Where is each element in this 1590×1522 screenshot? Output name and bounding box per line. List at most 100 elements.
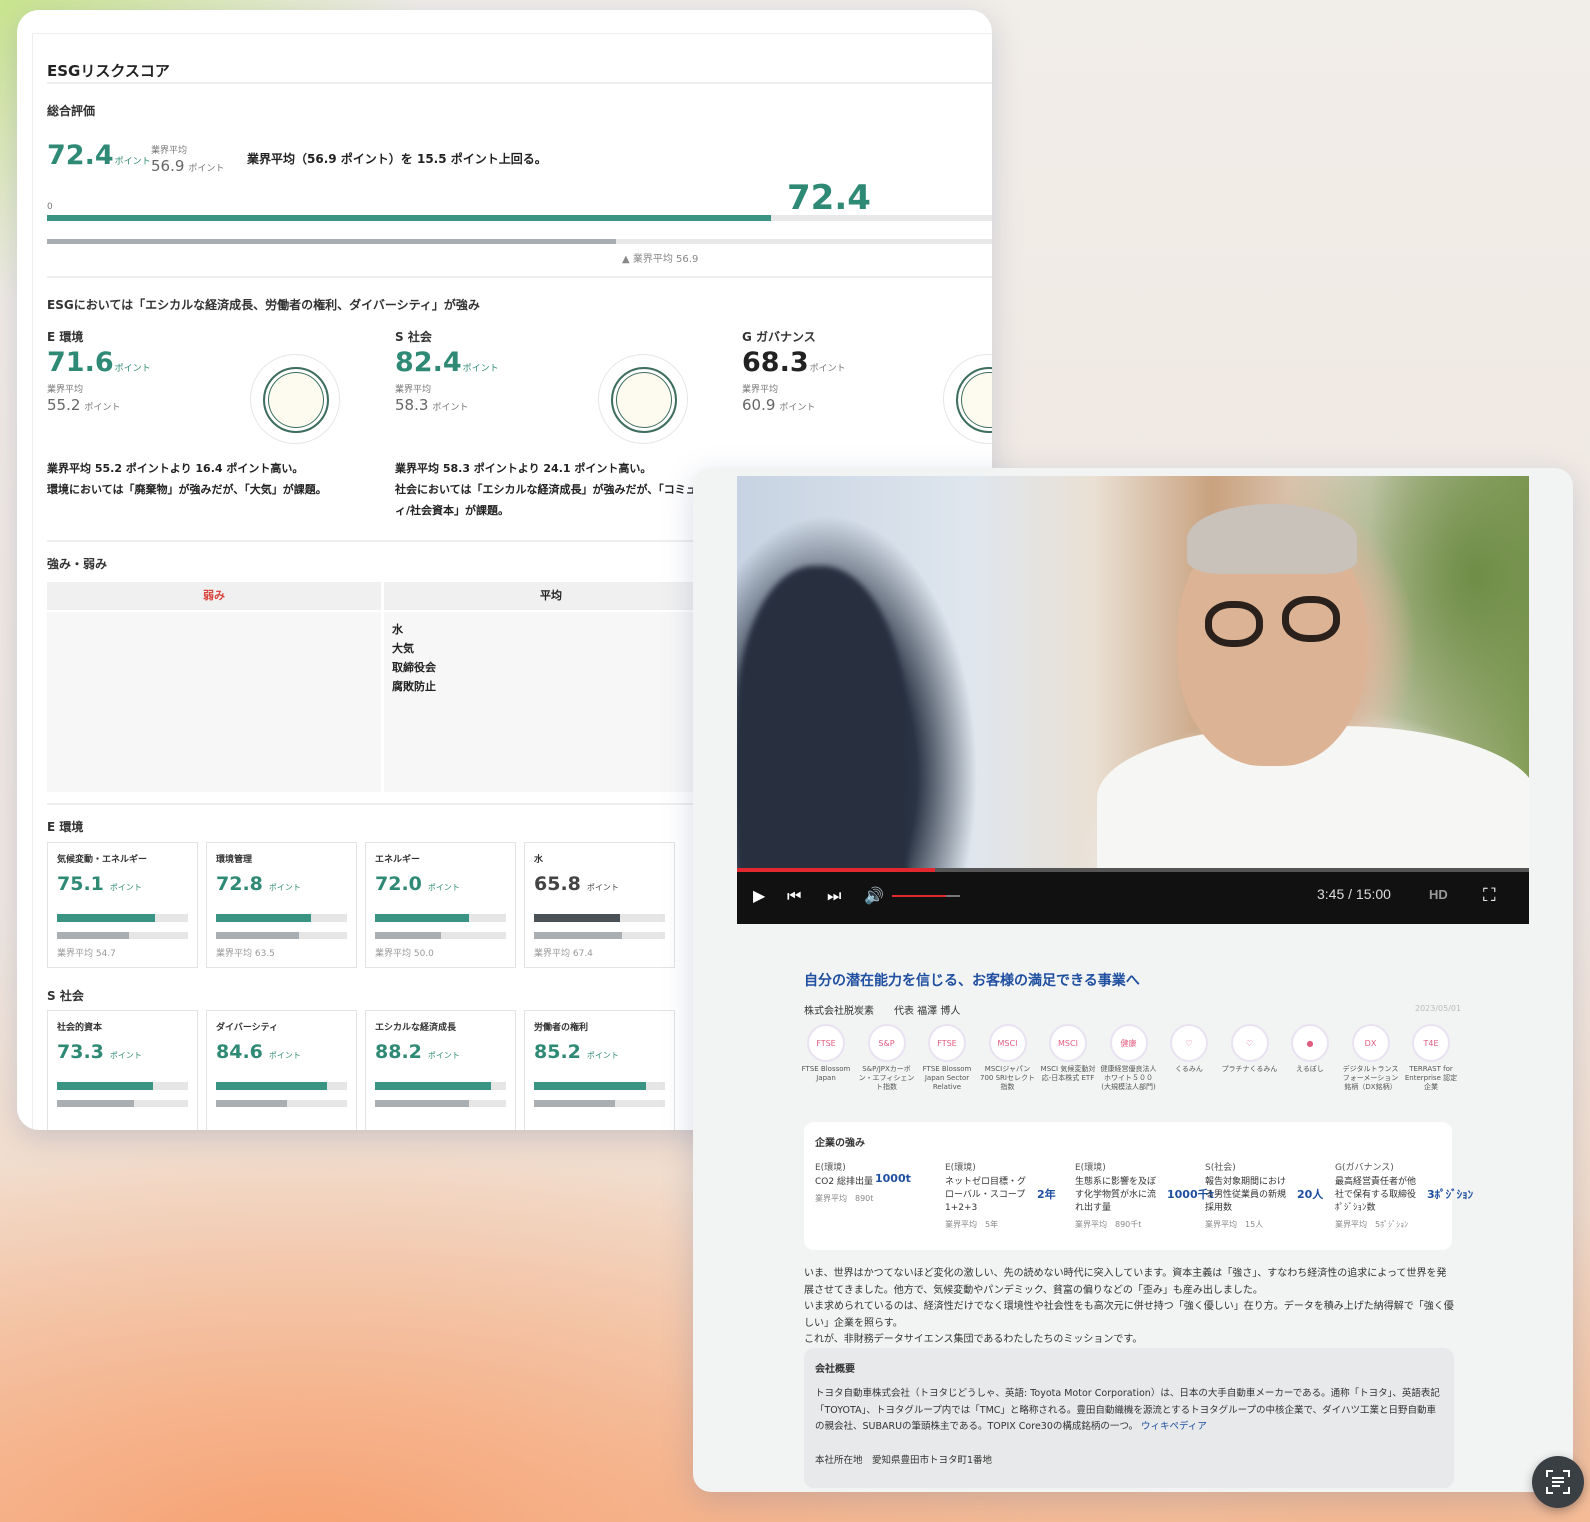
certification-badge: T4E TERRAST for Enterprise 認定企業 <box>1403 1024 1459 1092</box>
mission-paragraph: いま、世界はかつてないほど変化の激しい、先の読めない時代に突入しています。資本主… <box>804 1268 1447 1296</box>
metric-bar <box>216 1082 327 1090</box>
wikipedia-link[interactable]: ウィキペディア <box>1141 1421 1207 1432</box>
sw-avg-cell: 水 大気 取締役会 腐敗防止 <box>384 612 718 792</box>
s-section-label: S 社会 <box>47 989 84 1003</box>
volume-level[interactable] <box>892 895 947 897</box>
metric-name: 労働者の権利 <box>534 1023 589 1033</box>
strength-name: ネットゼロ目標・グローバル・スコープ1+2+3 <box>945 1177 1027 1213</box>
badge-logo: 健康 <box>1109 1024 1148 1062</box>
badge-label: FTSE Blossom Japan <box>801 1065 851 1082</box>
article-date: 2023/05/01 <box>1415 1004 1462 1013</box>
badge-logo: MSCI <box>1049 1024 1087 1062</box>
video-figure-hair <box>1187 504 1357 574</box>
metric-card: ダイバーシティ 84.6 ポイント <box>206 1010 357 1130</box>
badge-logo: ● <box>1291 1024 1329 1062</box>
metric-avg-track <box>57 1100 188 1107</box>
pillar-g-avg-label: 業界平均 <box>742 385 779 395</box>
play-icon[interactable]: ▶ <box>753 884 765 908</box>
pillar-g-avg-value: 60.9 <box>742 396 776 414</box>
video-figure-foreground <box>737 566 907 896</box>
video-player[interactable]: ▶ ⏮ ⏭ 🔊 3:45 / 15:00 HD ⛶ <box>737 476 1529 924</box>
pillar-e-line1: 業界平均 55.2 ポイントより 16.4 ポイント高い。 <box>47 462 304 475</box>
metric-avg-track <box>375 1100 506 1107</box>
metric-avg-track <box>375 932 506 939</box>
fullscreen-icon[interactable]: ⛶ <box>1483 884 1496 908</box>
esg-headline: ESGにおいては「エシカルな経済成長、労働者の権利、ダイバーシティ」が強み <box>47 298 480 312</box>
sw-avg-item: 腐敗防止 <box>392 680 436 693</box>
metric-value-number: 75.1 <box>57 873 104 895</box>
next-icon[interactable]: ⏭ <box>827 884 841 908</box>
strength-name: 生態系に影響を及ぼす化学物質が水に流れ出す量 <box>1075 1177 1157 1213</box>
hd-button[interactable]: HD <box>1429 887 1448 902</box>
previous-icon[interactable]: ⏮ <box>787 884 801 908</box>
metric-avg: 業界平均 54.7 <box>57 949 116 959</box>
metric-avg-track <box>216 1100 347 1107</box>
pillar-s-label: S 社会 <box>395 330 432 344</box>
overall-avg-bar <box>47 239 616 244</box>
metric-name: エネルギー <box>375 855 421 865</box>
video-progress-fill[interactable] <box>737 868 935 872</box>
company-overview: 会社概要 トヨタ自動車株式会社（トヨタじどうしゃ、英語: Toyota Moto… <box>804 1348 1454 1488</box>
pillar-s-avg-label: 業界平均 <box>395 385 432 395</box>
pillar-s-avg-unit: ポイント <box>432 403 469 413</box>
pillar-g-score: 68.3ポイント <box>742 347 846 378</box>
pillar-g-avg: 業界平均 60.9 ポイント <box>742 382 815 414</box>
metric-value-number: 73.3 <box>57 1041 104 1063</box>
pillar-g-ring-inner <box>956 367 992 433</box>
metric-bar-track <box>216 914 347 922</box>
company-line: 株式会社脱炭素 代表 福澤 博人 <box>804 1006 961 1017</box>
metric-value: 88.2 ポイント <box>375 1041 460 1063</box>
overall-label: 総合評価 <box>47 104 96 118</box>
mission-text: いま、世界はかつてないほど変化の激しい、先の読めない時代に突入しています。資本主… <box>804 1266 1454 1349</box>
metric-card: エネルギー 72.0 ポイント 業界平均 50.0 <box>365 842 516 968</box>
pillar-s-avg-value: 58.3 <box>395 396 429 414</box>
sw-label: 強み・弱み <box>47 557 108 571</box>
metric-name: 社会的資本 <box>57 1023 103 1033</box>
strength-value: 3ﾎﾟｼﾞｼｮﾝ <box>1427 1188 1474 1201</box>
strength-item: S(社会) 報告対象期間における男性従業員の新規採用数 20人 業界平均 15人 <box>1205 1160 1325 1230</box>
metric-avg-bar <box>534 1100 616 1107</box>
pillar-e-line2: 環境においては「廃棄物」が強みだが、「大気」が課題。 <box>47 483 327 496</box>
screen-capture-button[interactable] <box>1532 1456 1584 1508</box>
overall-summary: 業界平均（56.9 ポイント）を 15.5 ポイント上回る。 <box>247 152 547 166</box>
video-frame[interactable] <box>737 476 1529 896</box>
certification-badge: ● えるぼし <box>1282 1024 1338 1074</box>
sw-col-weak: 弱み <box>47 582 381 610</box>
strength-value: 20人 <box>1297 1188 1324 1201</box>
pillar-s-score-value: 82.4 <box>395 347 462 378</box>
certification-badge: DX デジタルトランスフォーメーション銘柄（DX銘柄） <box>1343 1024 1399 1092</box>
volume-icon[interactable]: 🔊 <box>864 884 884 908</box>
strength-avg: 業界平均 5年 <box>945 1220 999 1229</box>
overview-title: 会社概要 <box>815 1364 855 1375</box>
metric-card: 水 65.8 ポイント 業界平均 67.4 <box>524 842 675 968</box>
mission-paragraph: いま求められているのは、経済性だけでなく環境性や社会性をも高次元に併せ持つ「強く… <box>804 1301 1454 1329</box>
badge-logo: MSCI <box>988 1024 1027 1062</box>
strength-name: CO2 総排出量 <box>815 1177 873 1187</box>
badge-label: MSCI 気候変動対応-日本株式 ETF <box>1040 1065 1096 1082</box>
metric-value-unit: ポイント <box>268 1051 301 1060</box>
video-figure-glasses <box>1205 601 1263 647</box>
certification-badge: ♡ プラチナくるみん <box>1222 1024 1278 1074</box>
metric-avg-track <box>534 932 665 939</box>
metric-avg-bar <box>57 1100 135 1107</box>
pillar-e-score-value: 71.6 <box>47 347 114 378</box>
strength-avg: 業界平均 890千t <box>1075 1220 1142 1229</box>
metric-bar-track <box>57 914 188 922</box>
overall-avg-unit: ポイント <box>188 164 225 174</box>
sw-col-avg: 平均 <box>384 582 718 610</box>
metric-value-unit: ポイント <box>427 883 460 892</box>
article-card: ▶ ⏮ ⏭ 🔊 3:45 / 15:00 HD ⛶ 自分の潜在能力を信じる、お客… <box>693 468 1573 1492</box>
pillar-s-ring <box>598 354 688 444</box>
metric-value-unit: ポイント <box>109 1051 142 1060</box>
pillar-s-score: 82.4ポイント <box>395 347 499 378</box>
certification-badge: MSCI MSCI 気候変動対応-日本株式 ETF <box>1040 1024 1096 1083</box>
metric-value-unit: ポイント <box>427 1051 460 1060</box>
strength-name: 最高経営責任者が他社で保有する取締役ﾎﾟｼﾞｼｮﾝ数 <box>1335 1177 1417 1213</box>
metric-name: 水 <box>534 855 544 865</box>
metric-avg-bar <box>216 932 300 939</box>
metric-bar <box>57 914 156 922</box>
bar-zero-label: 0 <box>47 202 53 212</box>
metric-name: 気候変動・エネルギー <box>57 855 148 865</box>
pillar-e-label: E 環境 <box>47 330 84 344</box>
metric-card: 労働者の権利 85.2 ポイント <box>524 1010 675 1130</box>
